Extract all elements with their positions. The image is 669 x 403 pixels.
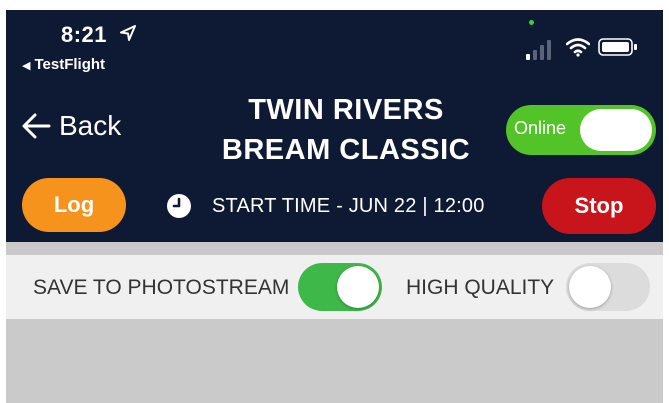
log-button[interactable]: Log (22, 178, 126, 232)
title-line-2: BREAM CLASSIC (221, 134, 471, 166)
status-time: 8:21 (61, 22, 108, 47)
start-time-text: START TIME - JUN 22 | 12:00 (212, 195, 485, 217)
high-quality-toggle[interactable] (566, 263, 650, 311)
camera-preview[interactable] (6, 319, 663, 403)
page-title: TWIN RIVERS BREAM CLASSIC (186, 90, 506, 170)
wifi-icon (566, 38, 590, 57)
clock-icon (167, 194, 191, 218)
online-label: Online (514, 118, 567, 138)
back-button[interactable]: Back (21, 108, 121, 144)
mic-indicator-dot (529, 20, 534, 25)
back-label: Back (59, 110, 122, 141)
save-photostream-toggle-knob (337, 266, 379, 308)
battery-icon (598, 38, 637, 56)
arrow-left-icon (22, 113, 51, 139)
location-arrow-icon (120, 25, 136, 41)
app-screen: 8:21 ◀ TestFlight Back TWIN RIVERS BREAM… (6, 10, 663, 403)
capture-settings-bar: SAVE TO PHOTOSTREAM HIGH QUALITY (6, 255, 663, 319)
title-line-1: TWIN RIVERS (248, 94, 444, 126)
save-photostream-toggle[interactable] (298, 263, 382, 311)
online-toggle-knob (580, 109, 652, 151)
online-toggle[interactable]: Online (506, 105, 656, 155)
back-to-app-link[interactable]: ◀ TestFlight (22, 56, 105, 73)
save-photostream-label: SAVE TO PHOTOSTREAM (33, 276, 290, 299)
stop-button[interactable]: Stop (542, 178, 656, 234)
back-app-label: TestFlight (34, 56, 106, 73)
high-quality-toggle-knob (569, 266, 611, 308)
header: 8:21 ◀ TestFlight Back TWIN RIVERS BREAM… (6, 10, 663, 242)
back-triangle-icon: ◀ (22, 60, 31, 72)
high-quality-label: HIGH QUALITY (406, 276, 555, 299)
cellular-signal-icon (526, 40, 551, 60)
